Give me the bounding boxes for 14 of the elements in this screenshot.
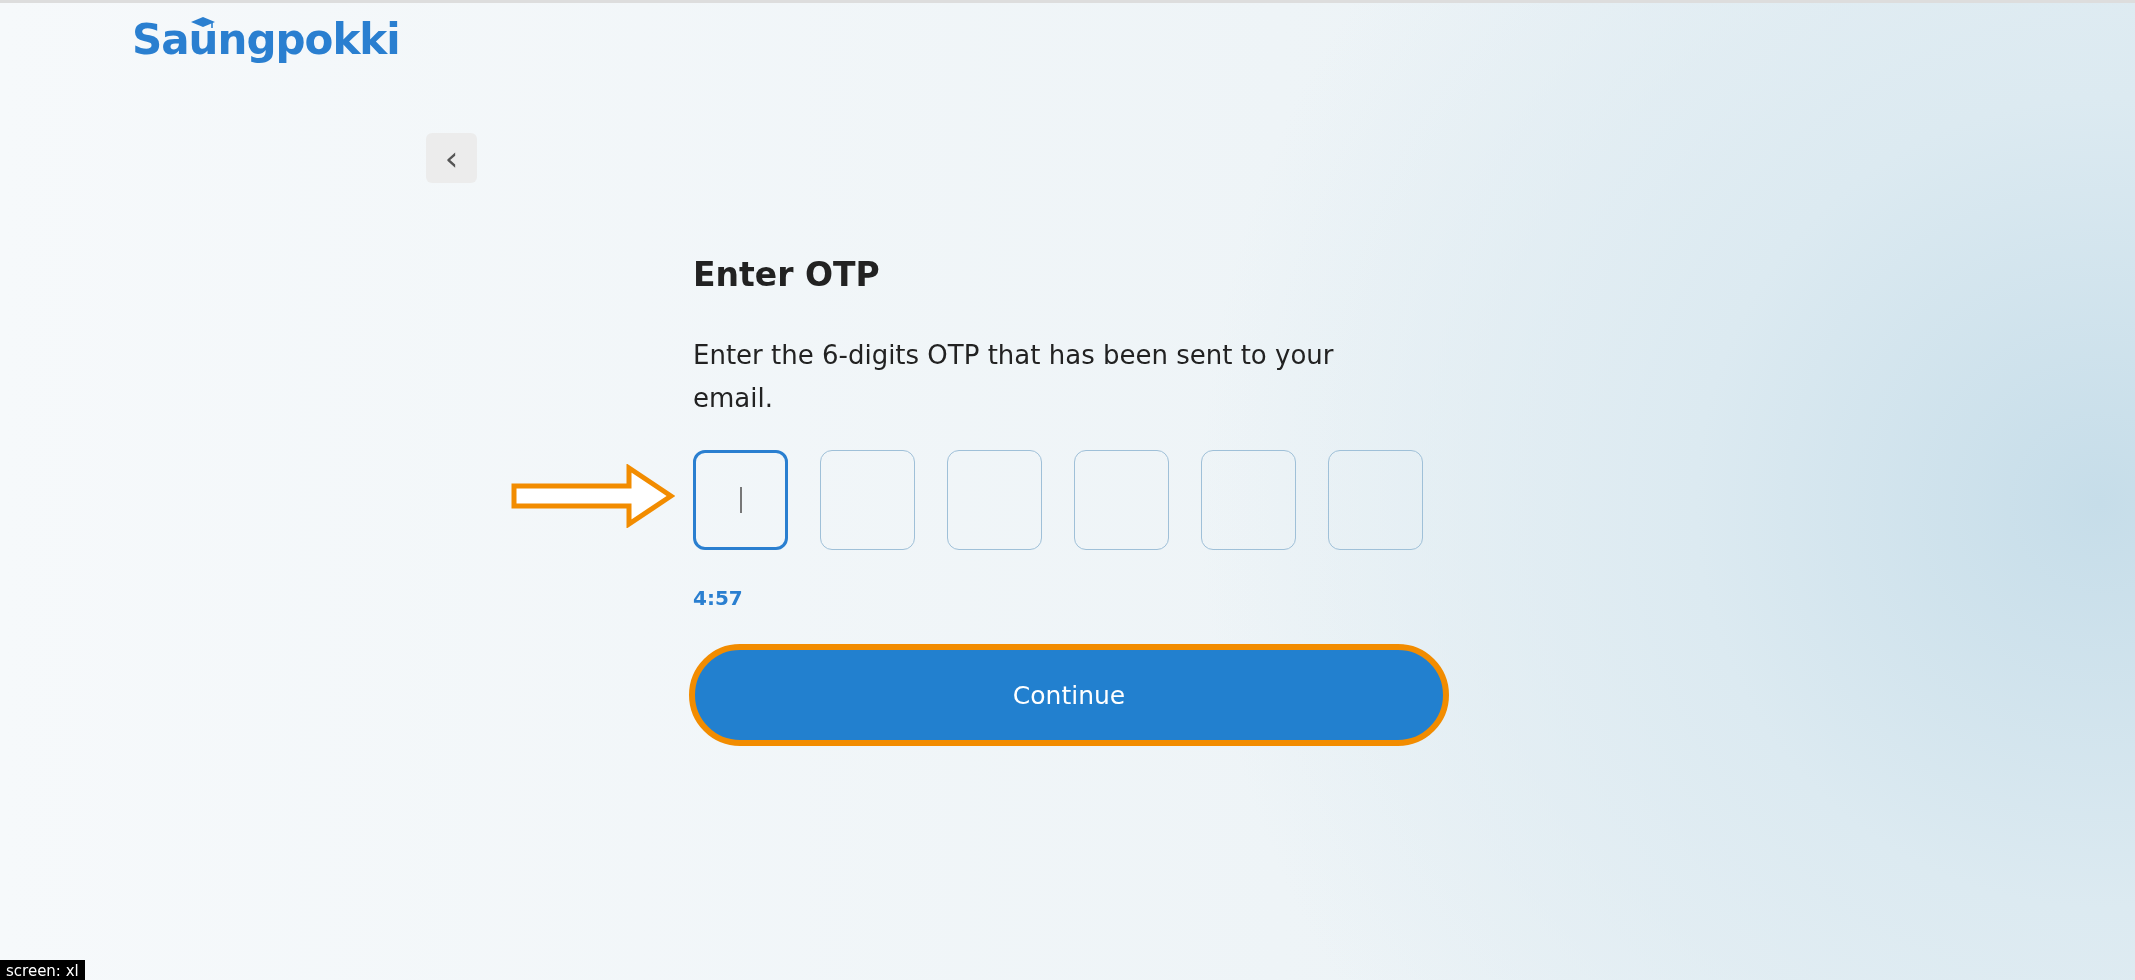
otp-digit-field[interactable] [820,450,915,550]
otp-digit-field[interactable] [947,450,1042,550]
title: Enter OTP [693,255,881,294]
otp-digit-field[interactable] [1074,450,1169,550]
instructions: Enter the 6-digits OTP that has been sent to your email. [693,339,1335,415]
back-button[interactable]: ‹ [426,133,477,183]
countdown-timer: 4:57 [693,586,744,610]
otp-digit-field[interactable] [693,450,788,550]
continue-button[interactable]: Continue [689,644,1449,746]
annotation-arrow-icon [511,464,675,528]
logo: Saungpokki [132,19,400,61]
screen-size-badge: screen: xl [0,960,85,980]
otp-digit-field[interactable] [1201,450,1296,550]
otp-digit-field[interactable] [1328,450,1423,550]
